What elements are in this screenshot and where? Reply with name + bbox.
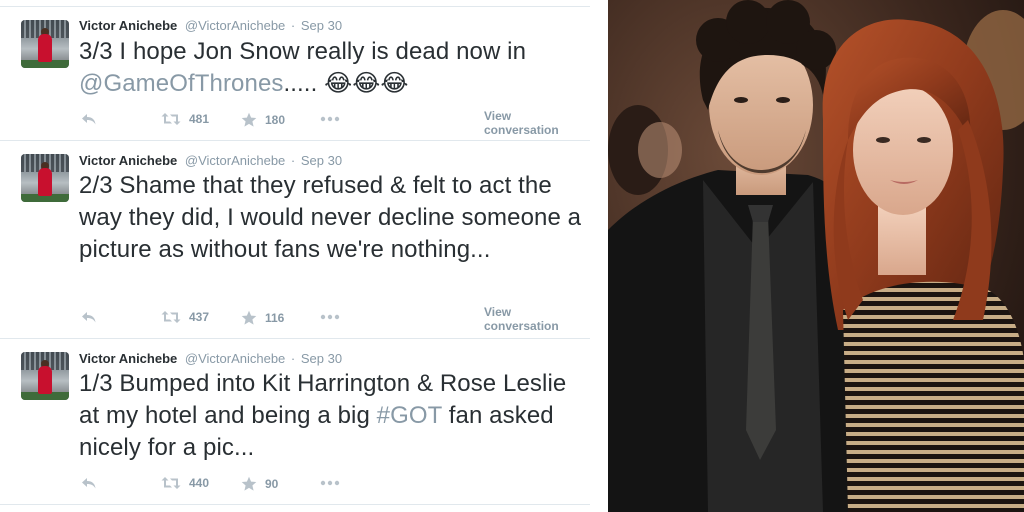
author-name[interactable]: Victor Anichebe [79,351,177,366]
tweet-text-part: ..... 😂😂😂 [283,70,409,97]
tweet-divider [0,140,590,141]
favorite-button[interactable]: 180 [241,112,285,128]
tweet-header: Victor Anichebe @VictorAnichebe · Sep 30 [79,153,342,168]
avatar[interactable] [21,20,69,68]
retweet-button[interactable]: 481 [161,112,209,126]
more-button[interactable] [320,480,340,486]
tweet: Victor Anichebe @VictorAnichebe · Sep 30… [0,0,600,140]
tweet-actions: 481 180 View conversation [79,109,589,137]
attached-photo[interactable] [608,0,1024,512]
view-conversation-link[interactable]: View conversation [484,109,589,137]
mention-link[interactable]: @GameOfThrones [79,70,284,97]
more-icon [320,480,340,486]
header-separator: · [290,153,296,168]
retweet-count: 440 [189,476,210,490]
reply-icon [82,478,96,489]
header-separator: · [290,18,296,33]
hashtag-link[interactable]: #GOT [377,402,442,429]
tweet-text: 2/3 Shame that they refused & felt to ac… [79,172,582,263]
favorite-count: 116 [265,311,285,325]
tweet-date[interactable]: Sep 30 [301,351,342,366]
retweet-icon [161,311,181,323]
author-handle[interactable]: @VictorAnichebe [185,351,285,366]
retweet-count: 481 [189,112,210,126]
tweet-actions: 437 116 View conversation [79,305,589,333]
author-name[interactable]: Victor Anichebe [79,18,177,33]
tweet-divider [0,338,590,339]
favorite-button[interactable]: 116 [241,310,284,326]
favorite-button[interactable]: 90 [241,476,278,492]
header-separator: · [290,351,296,366]
star-icon [241,310,257,325]
avatar[interactable] [21,154,69,202]
tweet-divider [0,6,590,7]
star-icon [241,476,257,491]
tweet-text-part: 3/3 I hope Jon Snow really is dead now i… [79,38,527,65]
view-conversation-link[interactable]: View conversation [484,305,589,333]
tweet-list: Victor Anichebe @VictorAnichebe · Sep 30… [0,0,606,512]
tweet-date[interactable]: Sep 30 [301,153,342,168]
reply-icon [82,114,96,125]
retweet-button[interactable]: 437 [161,310,209,324]
author-name[interactable]: Victor Anichebe [79,153,177,168]
tweet-divider [0,504,590,505]
photo-illustration [608,0,1024,512]
tweet: Victor Anichebe @VictorAnichebe · Sep 30… [0,140,600,340]
author-handle[interactable]: @VictorAnichebe [185,153,285,168]
author-handle[interactable]: @VictorAnichebe [185,18,285,33]
reply-button[interactable] [81,310,97,324]
tweet-date[interactable]: Sep 30 [301,18,342,33]
avatar[interactable] [21,352,69,400]
reply-icon [82,312,96,323]
retweet-icon [161,477,181,489]
retweet-icon [161,113,181,125]
tweet: Victor Anichebe @VictorAnichebe · Sep 30… [0,338,600,512]
more-icon [320,314,340,320]
tweet-text: 3/3 I hope Jon Snow really is dead now i… [79,36,584,100]
more-button[interactable] [320,314,340,320]
reply-button[interactable] [81,476,97,490]
favorite-count: 180 [265,113,286,127]
star-icon [241,112,257,127]
tweet-header: Victor Anichebe @VictorAnichebe · Sep 30 [79,18,342,33]
tweet-header: Victor Anichebe @VictorAnichebe · Sep 30 [79,351,342,366]
favorite-count: 90 [265,477,279,491]
tweet-text: 1/3 Bumped into Kit Harrington & Rose Le… [79,368,584,464]
retweet-count: 437 [189,310,210,324]
reply-button[interactable] [81,112,97,126]
tweet-actions: 440 90 [79,476,589,492]
more-icon [320,116,340,122]
retweet-button[interactable]: 440 [161,476,209,490]
more-button[interactable] [320,116,340,122]
